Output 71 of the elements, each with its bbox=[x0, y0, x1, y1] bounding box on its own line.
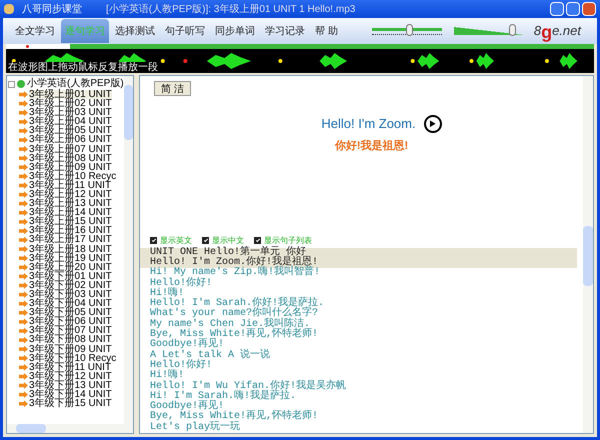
playhead-marker bbox=[26, 45, 29, 48]
tree-item[interactable]: 3年级上册14 UNIT bbox=[29, 208, 112, 218]
tree-item[interactable]: 3年级上册19 UNIT bbox=[29, 254, 112, 263]
tree-item[interactable]: 3年级下册03 UNIT bbox=[29, 290, 112, 300]
play-icon[interactable] bbox=[424, 114, 442, 133]
tree-item[interactable]: 3年级上册12 UNIT bbox=[29, 190, 112, 200]
checkbox-label: 显示句子列表 bbox=[264, 234, 312, 246]
tree-item[interactable]: 3年级上册04 UNIT bbox=[29, 117, 112, 126]
vertical-scrollbar[interactable] bbox=[583, 76, 593, 433]
tree-item[interactable]: 3年级下册10 Recyc bbox=[29, 354, 116, 363]
slider-thumb[interactable] bbox=[406, 24, 414, 36]
toolbar-tab[interactable]: 帮 助 bbox=[311, 19, 342, 43]
tree-item[interactable]: 3年级上册15 UNIT bbox=[29, 217, 112, 226]
book-icon bbox=[17, 80, 25, 88]
tree-item[interactable]: 3年级下册15 UNIT bbox=[29, 399, 112, 408]
tree-item[interactable]: 3年级上册05 UNIT bbox=[29, 126, 112, 136]
tree-item[interactable]: 3年级上册02 UNIT bbox=[29, 99, 112, 108]
file-title: [小学英语(人教PEP版)]: 3年级上册01 UNIT 1 Hello!.mp3 bbox=[106, 2, 356, 16]
tree-item[interactable]: 3年级下册07 UNIT bbox=[29, 326, 112, 336]
toolbar-tab[interactable]: 学习记录 bbox=[261, 19, 309, 43]
tree-item[interactable]: 3年级下册12 UNIT bbox=[29, 372, 112, 382]
tree-item[interactable]: 3年级下册08 UNIT bbox=[29, 335, 112, 345]
sentence-row[interactable]: Let's play玩一玩 bbox=[150, 422, 583, 433]
toolbar-tab[interactable]: 全文学习 bbox=[11, 19, 59, 43]
tree-item[interactable]: 3年级上册10 Recyc bbox=[29, 172, 116, 181]
tree-item[interactable]: 3年级下册13 UNIT bbox=[29, 380, 112, 390]
english-sentence: Hello! I'm Zoom. bbox=[321, 115, 416, 133]
tree-item[interactable]: 3年级上册03 UNIT bbox=[29, 108, 112, 118]
tree-item[interactable]: 3年级上册06 UNIT bbox=[29, 135, 112, 145]
tree-item[interactable]: 3年级下册06 UNIT bbox=[29, 317, 112, 326]
tree-item[interactable]: 3年级下册14 UNIT bbox=[29, 390, 112, 400]
tree-item[interactable]: 3年级上册18 UNIT bbox=[29, 244, 112, 254]
toolbar-tab[interactable]: 同步单词 bbox=[211, 19, 259, 43]
close-button[interactable] bbox=[582, 2, 596, 16]
slider[interactable] bbox=[372, 24, 442, 38]
tree-item[interactable]: 3年级下册01 UNIT bbox=[29, 272, 112, 282]
toolbar-tab[interactable]: 句子听写 bbox=[161, 19, 209, 43]
logo: 8ge.net bbox=[534, 21, 582, 41]
toolbar-tab[interactable]: 选择测试 bbox=[111, 19, 159, 43]
tree-item[interactable]: 3年级上册09 UNIT bbox=[29, 162, 112, 172]
tree-item[interactable]: 3年级上册08 UNIT bbox=[29, 154, 112, 163]
tree-item[interactable]: 3年级上册17 UNIT bbox=[29, 235, 112, 245]
tree-item[interactable]: 3年级上册01 UNIT bbox=[29, 90, 112, 100]
collapse-icon[interactable] bbox=[8, 80, 15, 88]
tree-item[interactable]: 3年级上册11 UNIT bbox=[29, 180, 112, 190]
slider-thumb[interactable] bbox=[509, 24, 516, 36]
checkbox[interactable] bbox=[202, 237, 209, 244]
checkbox-label: 显示英文 bbox=[160, 234, 192, 247]
window-title: 八哥同步课堂 bbox=[22, 2, 82, 16]
vertical-scrollbar[interactable] bbox=[124, 76, 133, 424]
tree-item[interactable]: 3年级下册02 UNIT bbox=[29, 280, 112, 290]
maximize-button[interactable] bbox=[566, 2, 580, 16]
tree-item[interactable]: 3年级上册07 UNIT bbox=[29, 144, 112, 154]
tree-item[interactable]: 3年级下册11 UNIT bbox=[29, 362, 112, 372]
minimize-button[interactable] bbox=[550, 2, 564, 16]
tree-item[interactable]: 3年级上册13 UNIT bbox=[29, 199, 112, 208]
checkbox[interactable] bbox=[254, 237, 261, 244]
tree-item[interactable]: 3年级下册04 UNIT bbox=[29, 299, 112, 308]
mode-button[interactable]: 简 洁 bbox=[154, 81, 191, 96]
tree-item[interactable]: 3年级下册09 UNIT bbox=[29, 344, 112, 354]
tree-item[interactable]: 3年级上册20 UNIT bbox=[29, 262, 112, 272]
slider[interactable] bbox=[454, 24, 524, 38]
tree-item[interactable]: 3年级下册05 UNIT bbox=[29, 308, 112, 318]
checkbox[interactable] bbox=[150, 237, 157, 244]
tree-item[interactable]: 小学英语(人教PEP版) bbox=[27, 78, 124, 90]
chinese-sentence: 你好!我是祖恩! bbox=[334, 138, 408, 154]
checkbox-label: 显示中文 bbox=[212, 234, 244, 246]
app-icon bbox=[4, 4, 14, 14]
horizontal-scrollbar[interactable] bbox=[7, 424, 133, 433]
waveform-hint: 在波形图上拖动鼠标反复播放一段 bbox=[8, 62, 158, 73]
tree-item[interactable]: 3年级上册16 UNIT bbox=[29, 226, 112, 236]
